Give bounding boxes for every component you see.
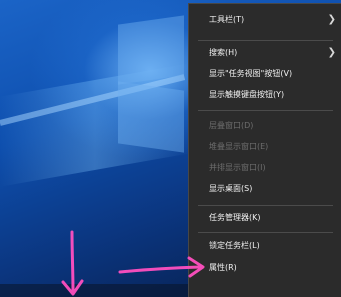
menu-item-label: 任务管理器(K)	[209, 213, 261, 222]
menu-item-label: 显示"任务视图"按钮(V)	[209, 69, 293, 78]
menu-item-label: 属性(R)	[209, 263, 237, 272]
menu-separator	[198, 232, 333, 233]
menu-item-lock-taskbar[interactable]: 锁定任务栏(L)	[189, 235, 341, 257]
taskbar[interactable]	[0, 284, 188, 297]
menu-item-label: 显示触摸键盘按钮(Y)	[209, 90, 285, 99]
menu-separator	[198, 110, 333, 111]
chevron-right-icon: ❯	[327, 14, 336, 25]
menu-item-label: 锁定任务栏(L)	[209, 241, 260, 250]
menu-item-show-task-view-button[interactable]: 显示"任务视图"按钮(V)	[189, 63, 341, 85]
menu-item-search[interactable]: 搜索(H) ❯	[189, 42, 341, 64]
menu-item-show-desktop[interactable]: 显示桌面(S)	[189, 178, 341, 200]
menu-item-label: 层叠窗口(D)	[209, 121, 254, 130]
menu-item-label: 并排显示窗口(I)	[209, 163, 266, 172]
menu-item-stacked-windows: 堆叠显示窗口(E)	[189, 136, 341, 158]
menu-item-properties[interactable]: 属性(R)	[189, 257, 341, 279]
menu-item-label: 搜索(H)	[209, 48, 238, 57]
menu-separator	[198, 205, 333, 206]
chevron-right-icon: ❯	[327, 47, 336, 58]
taskbar-context-menu: 工具栏(T) ❯ 搜索(H) ❯ 显示"任务视图"按钮(V) 显示触摸键盘按钮(…	[188, 3, 341, 297]
menu-item-label: 显示桌面(S)	[209, 184, 253, 193]
menu-item-toolbars[interactable]: 工具栏(T) ❯	[189, 9, 341, 31]
wallpaper-window-pane	[118, 15, 184, 85]
menu-item-task-manager[interactable]: 任务管理器(K)	[189, 207, 341, 229]
menu-item-side-by-side-windows: 并排显示窗口(I)	[189, 157, 341, 179]
wallpaper-window-pane	[118, 81, 184, 153]
menu-item-show-touch-keyboard-button[interactable]: 显示触摸键盘按钮(Y)	[189, 84, 341, 106]
menu-separator	[198, 40, 333, 41]
menu-item-cascade-windows: 层叠窗口(D)	[189, 115, 341, 137]
menu-item-label: 工具栏(T)	[209, 15, 245, 24]
menu-item-label: 堆叠显示窗口(E)	[209, 142, 269, 151]
